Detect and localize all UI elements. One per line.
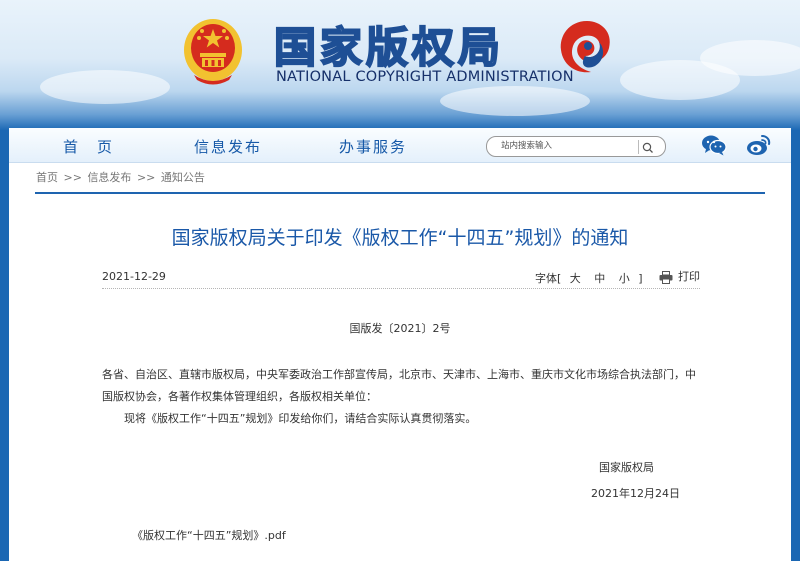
attachment-pdf-link[interactable]: 《版权工作“十四五”规划》.pdf: [132, 527, 286, 543]
search-box: [486, 136, 666, 157]
search-icon: [642, 142, 653, 153]
site-title-english: NATIONAL COPYRIGHT ADMINISTRATION: [276, 69, 574, 85]
font-size-close-bracket: ]: [638, 272, 643, 285]
printer-icon: [659, 270, 673, 284]
font-size-small[interactable]: 小: [619, 272, 630, 285]
cloud-decoration: [440, 86, 590, 116]
search-input[interactable]: [501, 139, 629, 153]
nav-item-home[interactable]: 首 页: [63, 136, 114, 157]
font-size-medium[interactable]: 中: [594, 272, 605, 285]
font-size-large[interactable]: 大: [570, 272, 581, 285]
site-header: 国家版权局 NATIONAL COPYRIGHT ADMINISTRATION: [0, 0, 800, 130]
recipients-paragraph: 各省、自治区、直辖市版权局，中央军委政治工作部宣传局，北京市、天津市、上海市、重…: [102, 368, 696, 403]
article-title: 国家版权局关于印发《版权工作“十四五”规划》的通知: [171, 227, 629, 249]
cloud-decoration: [700, 40, 800, 76]
nav-item-info-release[interactable]: 信息发布: [194, 136, 262, 157]
breadcrumb-notices[interactable]: 通知公告: [161, 171, 205, 184]
document-number: 国版发〔2021〕2号: [349, 322, 451, 335]
print-button[interactable]: 打印: [659, 268, 700, 284]
breadcrumb-separator: >>: [136, 171, 156, 184]
font-size-label: 字体: [535, 272, 557, 285]
nav-item-services[interactable]: 办事服务: [339, 136, 407, 157]
weibo-icon[interactable]: [746, 133, 772, 157]
cloud-decoration: [40, 70, 170, 104]
body-paragraph: 现将《版权工作“十四五”规划》印发给你们，请结合实际认真贯彻落实。: [124, 412, 477, 425]
breadcrumb: 首页 >> 信息发布 >> 通知公告: [36, 169, 205, 185]
print-label: 打印: [678, 270, 700, 283]
breadcrumb-home[interactable]: 首页: [36, 171, 58, 184]
signature-organization: 国家版权局: [599, 461, 654, 474]
wechat-icon[interactable]: [701, 134, 727, 156]
font-size-open-bracket: [: [557, 272, 562, 285]
breadcrumb-divider: [35, 192, 765, 194]
content-panel: 首 页 信息发布 办事服务 站内搜索输入 首页 >> 信息发布 >> 通知公告 …: [9, 128, 791, 561]
meta-divider: [102, 288, 700, 289]
copyright-swirl-logo-icon: [560, 21, 610, 73]
publish-date: 2021-12-29: [102, 270, 166, 283]
breadcrumb-info-release[interactable]: 信息发布: [87, 171, 131, 184]
document-body: 各省、自治区、直辖市版权局，中央军委政治工作部宣传局，北京市、天津市、上海市、重…: [102, 364, 702, 430]
main-nav: 首 页 信息发布 办事服务: [9, 128, 791, 163]
national-emblem-icon: [184, 19, 242, 85]
search-button[interactable]: [638, 140, 655, 154]
font-size-control: 字体[ 大 中 小 ]: [535, 270, 643, 286]
breadcrumb-separator: >>: [63, 171, 82, 184]
signature-date: 2021年12月24日: [591, 487, 680, 500]
site-title: 国家版权局: [273, 22, 505, 73]
